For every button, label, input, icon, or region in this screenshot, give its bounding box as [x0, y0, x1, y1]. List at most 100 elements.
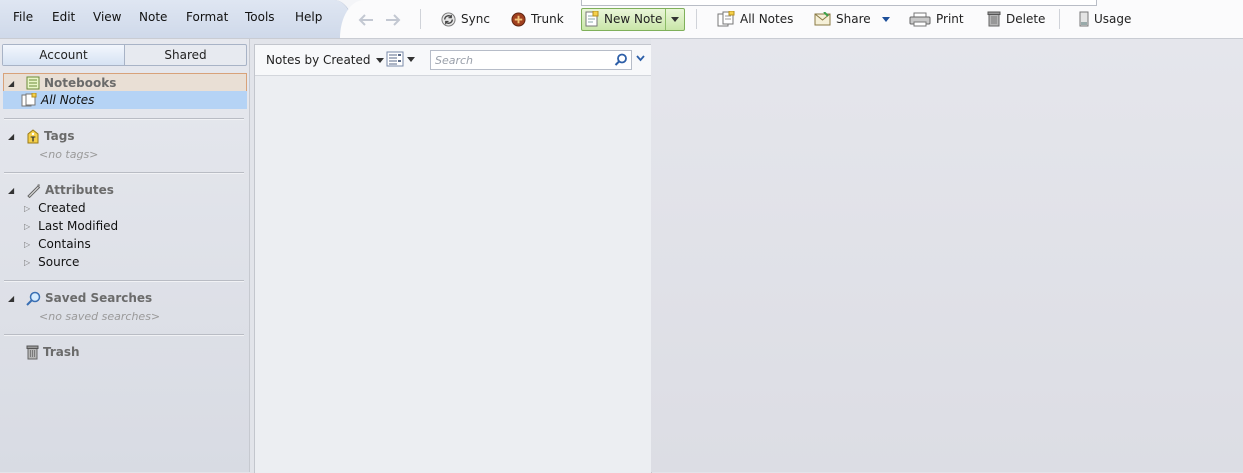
printer-icon — [909, 12, 931, 26]
sort-label: Notes by Created — [266, 53, 371, 67]
collapse-triangle-icon[interactable]: ◢ — [8, 294, 18, 303]
section-divider — [4, 118, 244, 120]
sync-button[interactable]: Sync — [441, 10, 490, 28]
new-note-icon — [585, 11, 599, 27]
notebooks-label: Notebooks — [44, 76, 117, 90]
attribute-item-last-modified[interactable]: ▷ Last Modified — [24, 217, 118, 235]
all-notes-icon — [21, 93, 37, 107]
attribute-label: Source — [38, 255, 80, 269]
attribute-item-contains[interactable]: ▷ Contains — [24, 235, 91, 253]
trash-label: Trash — [43, 345, 80, 359]
chevron-down-icon — [407, 56, 415, 62]
top-bar: File Edit View Note Format Tools Help Sy… — [0, 0, 1243, 39]
print-label: Print — [936, 12, 964, 26]
toolbar-separator — [420, 9, 421, 29]
sync-label: Sync — [461, 12, 490, 26]
pencil-ruler-icon — [27, 183, 41, 198]
delete-label: Delete — [1006, 12, 1046, 26]
sort-dropdown[interactable]: Notes by Created — [266, 53, 384, 67]
menu-edit[interactable]: Edit — [52, 10, 75, 24]
chevron-down-icon — [881, 16, 890, 22]
note-content-area — [651, 39, 1243, 472]
expand-triangle-icon[interactable]: ▷ — [24, 258, 30, 267]
search-icon[interactable] — [614, 53, 628, 67]
trash-icon — [987, 11, 1001, 27]
share-label: Share — [836, 12, 871, 26]
tab-strip — [581, 0, 1097, 6]
sidebar-section-tags[interactable]: ◢ T Tags — [8, 127, 74, 145]
new-note-label: New Note — [604, 12, 663, 26]
attribute-item-source[interactable]: ▷ Source — [24, 253, 79, 271]
expand-triangle-icon[interactable]: ▷ — [24, 222, 30, 231]
trunk-button[interactable]: Trunk — [511, 10, 564, 28]
attributes-label: Attributes — [45, 183, 114, 197]
new-note-dropdown[interactable] — [665, 9, 684, 30]
all-notes-label: All Notes — [740, 12, 794, 26]
sidebar-item-trash[interactable]: Trash — [26, 343, 80, 361]
collapse-triangle-icon[interactable]: ◢ — [8, 79, 18, 88]
menu-tools[interactable]: Tools — [245, 10, 275, 24]
no-tags-placeholder: <no tags> — [39, 148, 99, 161]
list-view-icon — [386, 51, 404, 67]
search-box — [430, 50, 632, 70]
menu-note[interactable]: Note — [139, 10, 167, 24]
tags-label: Tags — [44, 129, 75, 143]
new-note-button[interactable]: New Note — [581, 8, 685, 31]
sidebar-section-notebooks[interactable]: ◢ Notebooks — [3, 73, 247, 93]
note-list-header: Notes by Created — [255, 45, 651, 76]
sidebar-section-saved-searches[interactable]: ◢ Saved Searches — [8, 289, 152, 307]
all-notes-item-label: All Notes — [41, 93, 95, 107]
print-button[interactable]: Print — [909, 10, 964, 28]
note-list-panel: Notes by Created — [254, 44, 652, 473]
usage-button[interactable]: Usage — [1079, 10, 1131, 28]
collapse-triangle-icon[interactable]: ◢ — [8, 186, 18, 195]
trash-icon — [26, 345, 39, 359]
all-notes-button[interactable]: All Notes — [717, 10, 793, 28]
expand-triangle-icon[interactable]: ▷ — [24, 204, 30, 213]
trunk-label: Trunk — [531, 12, 564, 26]
notebook-icon — [26, 76, 40, 90]
notes-stack-icon — [717, 11, 735, 27]
attribute-item-created[interactable]: ▷ Created — [24, 199, 86, 217]
trunk-icon — [511, 11, 526, 27]
menu-file[interactable]: File — [13, 10, 33, 24]
account-tabs: Account Shared — [2, 44, 247, 66]
back-button[interactable] — [358, 11, 379, 29]
attribute-label: Contains — [38, 237, 91, 251]
svg-text:T: T — [31, 135, 36, 143]
usage-label: Usage — [1094, 12, 1132, 26]
menu-view[interactable]: View — [93, 10, 121, 24]
saved-searches-label: Saved Searches — [45, 291, 153, 305]
chevron-down-icon — [671, 17, 679, 22]
new-note-main[interactable]: New Note — [585, 11, 662, 27]
sync-icon — [441, 11, 456, 27]
section-divider — [4, 172, 244, 174]
sidebar-item-all-notes[interactable]: All Notes — [3, 91, 247, 109]
sidebar-section-attributes[interactable]: ◢ Attributes — [8, 181, 114, 199]
share-button[interactable]: Share — [814, 10, 895, 28]
forward-button[interactable] — [385, 11, 406, 29]
collapse-triangle-icon[interactable]: ◢ — [8, 132, 18, 141]
section-divider — [4, 334, 244, 336]
menu-format[interactable]: Format — [186, 10, 228, 24]
search-options-chevron-icon[interactable] — [636, 55, 645, 62]
section-divider — [4, 280, 244, 282]
arrow-left-icon — [358, 14, 373, 26]
delete-button[interactable]: Delete — [987, 10, 1045, 28]
search-input[interactable] — [431, 51, 611, 69]
toolbar-separator — [696, 9, 697, 29]
attribute-label: Last Modified — [38, 219, 119, 233]
no-saved-searches-placeholder: <no saved searches> — [39, 310, 161, 323]
arrow-right-icon — [386, 14, 401, 26]
tag-icon: T — [27, 128, 39, 143]
sidebar: Account Shared ◢ Notebooks All Notes ◢ T… — [0, 39, 250, 472]
magnifier-icon — [26, 291, 41, 306]
attribute-label: Created — [38, 201, 86, 215]
expand-triangle-icon[interactable]: ▷ — [24, 240, 30, 249]
toolbar-separator — [1059, 9, 1060, 29]
tab-account[interactable]: Account — [3, 45, 125, 65]
tab-shared[interactable]: Shared — [125, 45, 246, 65]
usage-meter-icon — [1079, 11, 1089, 27]
view-options-button[interactable] — [386, 51, 415, 67]
menu-help[interactable]: Help — [295, 10, 322, 24]
